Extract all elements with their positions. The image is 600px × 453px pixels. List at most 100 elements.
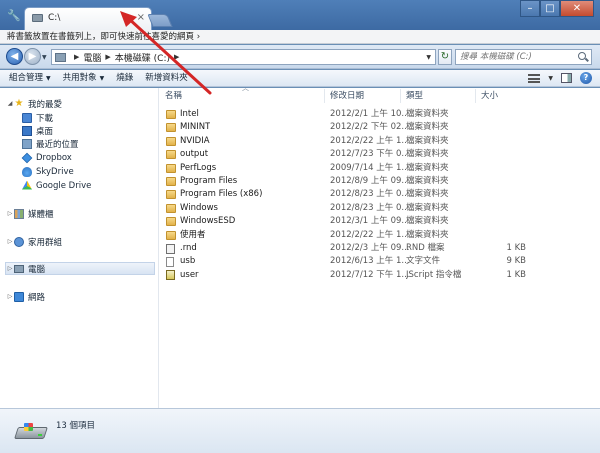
file-list[interactable]: ︿ 名稱 修改日期 類型 大小 Intel 2012/2/1 上午 10... 檔案… (160, 84, 600, 408)
file-name-label: Program Files (x86) (180, 189, 263, 200)
search-input[interactable] (455, 49, 592, 65)
new-tab-button[interactable] (147, 14, 173, 27)
preview-pane-icon[interactable] (561, 73, 572, 83)
browser-tab[interactable]: C:\ × (24, 7, 152, 30)
chevron-down-icon: ▼ (99, 74, 105, 82)
file-name-label: .rnd (180, 243, 197, 253)
column-header-type[interactable]: 類型 (401, 89, 476, 103)
folder-icon (166, 163, 176, 173)
folder-icon (166, 190, 176, 200)
downloads-icon (22, 112, 32, 123)
search-icon[interactable] (578, 52, 586, 60)
chevron-right-icon[interactable]: ▶ (105, 53, 110, 61)
expand-icon[interactable]: ▷ (6, 293, 14, 300)
history-dropdown-icon[interactable]: ▼ (42, 54, 47, 61)
nav-homegroup[interactable]: ▷ 家用群組 (6, 235, 62, 248)
table-row[interactable]: usb 2012/6/13 上午 1... 文字文件 9 KB (160, 255, 600, 268)
file-name: 使用者 (166, 229, 206, 242)
folder-icon (166, 203, 176, 213)
dropbox-icon (21, 152, 33, 163)
maximize-button[interactable]: □ (540, 0, 560, 17)
nav-item-dropbox[interactable]: Dropbox (21, 151, 72, 164)
file-name-label: Intel (180, 109, 199, 119)
file-name: MININT (166, 121, 210, 134)
computer-icon (14, 264, 24, 273)
file-name-label: NVIDIA (180, 135, 210, 146)
organize-menu[interactable]: 組合管理 ▼ (0, 70, 57, 87)
view-options-icon[interactable] (528, 73, 541, 83)
breadcrumb-computer[interactable]: 電腦 (83, 51, 101, 64)
file-type: 檔案資料夾 (406, 122, 449, 133)
nav-item-recent-places[interactable]: 最近的位置 (22, 137, 79, 150)
expand-icon[interactable]: ▷ (6, 265, 14, 272)
expand-icon[interactable]: ▷ (6, 238, 14, 245)
navigation-pane[interactable]: ◢ ★ 我的最愛 下載 桌面 最近的位置 Dropbox SkyDrive Go… (0, 88, 159, 408)
table-row[interactable]: .rnd 2012/2/3 上午 09... RND 檔案 1 KB (160, 242, 600, 255)
script-file-icon (166, 270, 175, 281)
back-button[interactable]: ◀ (6, 48, 23, 65)
help-icon[interactable]: ? (580, 72, 592, 84)
nav-network[interactable]: ▷ 網路 (6, 290, 45, 303)
breadcrumb[interactable]: ▶ 電腦 ▶ 本機磁碟 (C:) ▶ ▼ (51, 49, 436, 65)
column-header-date[interactable]: 修改日期 (325, 89, 401, 103)
nav-computer[interactable]: ▷ 電腦 (5, 262, 155, 275)
new-folder-button[interactable]: 新增資料夾 (139, 70, 194, 87)
file-date: 2012/2/22 上午 1... (330, 135, 410, 146)
refresh-button[interactable]: ↻ (438, 49, 452, 65)
windows-logo-icon (24, 423, 33, 431)
nav-label: Dropbox (36, 152, 72, 163)
minimize-button[interactable]: – (520, 0, 540, 17)
folder-icon (166, 177, 176, 186)
file-name: .rnd (166, 242, 197, 255)
file-date: 2012/3/1 上午 09... (330, 216, 410, 227)
close-tab-icon[interactable]: × (137, 12, 145, 24)
chevron-right-icon[interactable]: ▶ (174, 53, 179, 61)
close-window-button[interactable]: ✕ (560, 0, 594, 17)
table-row[interactable]: MININT 2012/2/2 下午 02... 檔案資料夾 (160, 121, 600, 134)
table-row[interactable]: 使用者 2012/2/22 上午 1... 檔案資料夾 (160, 229, 600, 242)
breadcrumb-local-disk[interactable]: 本機磁碟 (C:) (115, 51, 170, 64)
organize-label: 組合管理 (9, 72, 44, 83)
table-row[interactable]: Program Files (x86) 2012/8/23 上午 0... 檔案資料… (160, 188, 600, 201)
collapse-icon[interactable]: ◢ (6, 100, 14, 107)
forward-button[interactable]: ▶ (24, 48, 41, 65)
chevron-down-icon[interactable]: ▼ (426, 54, 431, 61)
nav-item-google-drive[interactable]: Google Drive (22, 179, 91, 192)
file-type: 檔案資料夾 (406, 149, 449, 160)
column-header-size[interactable]: 大小 (476, 89, 530, 103)
expand-icon[interactable]: ▷ (6, 210, 14, 217)
chevron-right-icon[interactable]: ▶ (74, 53, 79, 61)
share-with-menu[interactable]: 共用對象 ▼ (57, 70, 111, 87)
table-row[interactable]: output 2012/7/23 下午 0... 檔案資料夾 (160, 148, 600, 161)
table-row[interactable]: user 2012/7/12 下午 1... JScript 指令檔 1 KB (160, 269, 600, 282)
table-row[interactable]: PerfLogs 2009/7/14 上午 1... 檔案資料夾 (160, 162, 600, 175)
item-count: 13 個項目 (56, 421, 96, 431)
burn-button[interactable]: 燒錄 (110, 70, 139, 87)
file-size: 9 KB (506, 256, 526, 267)
table-row[interactable]: WindowsESD 2012/3/1 上午 09... 檔案資料夾 (160, 215, 600, 228)
folder-icon (166, 123, 176, 133)
file-name-label: PerfLogs (180, 162, 217, 173)
table-row[interactable]: NVIDIA 2012/2/22 上午 1... 檔案資料夾 (160, 135, 600, 148)
nav-item-desktop[interactable]: 桌面 (22, 124, 53, 137)
table-row[interactable]: Intel 2012/2/1 上午 10... 檔案資料夾 (160, 108, 600, 121)
wrench-icon[interactable]: 🔧 (7, 9, 21, 23)
file-name-label: output (180, 149, 209, 160)
file-type: 文字文件 (406, 256, 441, 267)
nav-favorites[interactable]: ◢ ★ 我的最愛 (6, 97, 62, 110)
table-row[interactable]: Program Files 2012/8/9 上午 09... 檔案資料夾 (160, 175, 600, 188)
folder-icon (166, 150, 176, 160)
chevron-down-icon[interactable]: ▼ (548, 75, 553, 82)
nav-item-skydrive[interactable]: SkyDrive (22, 165, 74, 178)
network-icon (14, 291, 24, 302)
command-bar: 組合管理 ▼ 共用對象 ▼ 燒錄 新增資料夾 ▼ ? (0, 70, 600, 87)
nav-item-downloads[interactable]: 下載 (22, 111, 53, 124)
folder-icon (166, 136, 176, 146)
nav-label: 桌面 (36, 126, 54, 137)
nav-libraries[interactable]: ▷ 媒體櫃 (6, 207, 54, 220)
column-header-name[interactable]: 名稱 (160, 89, 325, 103)
table-row[interactable]: Windows 2012/8/23 上午 0... 檔案資料夾 (160, 202, 600, 215)
drive-icon (32, 14, 43, 22)
view-controls: ▼ ? (528, 72, 600, 84)
recent-places-icon (22, 138, 32, 149)
